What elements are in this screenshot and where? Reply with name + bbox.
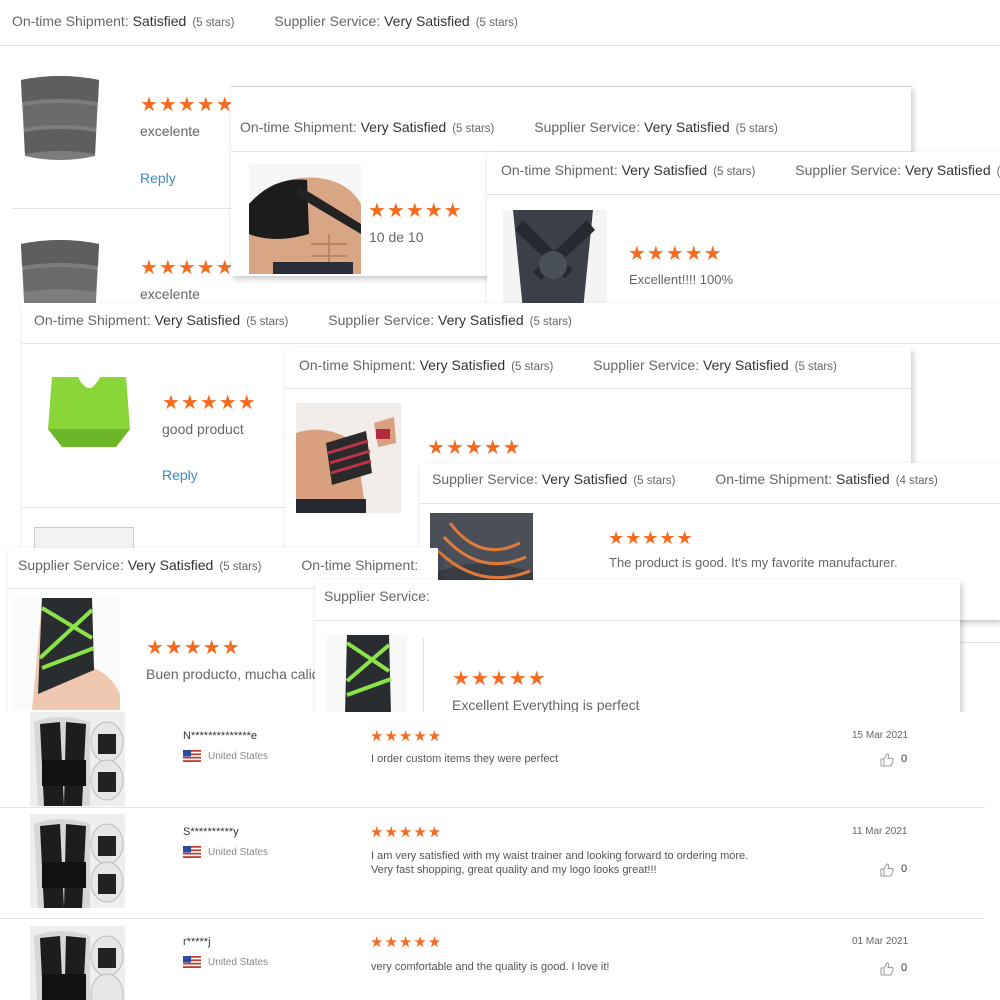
review-date: 15 Mar 2021 (852, 730, 909, 741)
review-date: 11 Mar 2021 (852, 826, 908, 837)
review-card-knee: On-time Shipment: Very Satisfied (5 stars… (487, 152, 1000, 312)
review-text: Very fast shopping, great quality and my… (371, 864, 657, 876)
us-flag-icon (183, 846, 201, 858)
divider (22, 343, 1000, 344)
review-text: I order custom items they were perfect (371, 753, 559, 765)
star-rating: ★★★★★ (370, 728, 443, 745)
like-count: 0 (901, 863, 908, 875)
review-card-ankle-2: Supplier Service: ★★★★★ Excellent Everyt… (315, 580, 960, 715)
reviewer-country: United States (208, 957, 269, 968)
reviewer-name: N**************e (183, 730, 257, 742)
divider (0, 45, 1000, 46)
star-rating: ★★★★★ (146, 637, 241, 659)
reviewer-name: r*****j (183, 936, 211, 948)
us-flag-icon (183, 956, 201, 968)
star-rating: ★★★★★ (368, 200, 463, 222)
review-text: The product is good. It's my favorite ma… (609, 555, 898, 570)
review-text: 10 de 10 (369, 229, 424, 245)
shipment-summary: On-time Shipment: Very Satisfied (5 stars… (240, 119, 778, 135)
review-text: Buen producto, mucha calid (146, 666, 320, 682)
divider (487, 194, 1000, 195)
waist-trainer-image (21, 240, 99, 306)
review-text: excelente (140, 123, 200, 139)
star-rating: ★★★★★ (370, 824, 443, 841)
us-flag-icon (183, 750, 201, 762)
shipment-summary: Supplier Service: Very Satisfied (5 stars… (432, 471, 938, 487)
wrist-wrap-image (296, 403, 401, 513)
reviewer-country: United States (208, 847, 269, 858)
shipment-summary: Supplier Service: (324, 588, 430, 604)
shipment-summary: On-time Shipment: Satisfied (5 stars) Sup… (12, 13, 518, 29)
divider (420, 503, 1000, 504)
review-text: Excellent Everything is perfect (452, 697, 640, 713)
review-text: very comfortable and the quality is good… (371, 961, 610, 973)
posture-corrector-image (30, 712, 125, 806)
ankle-brace-image (327, 635, 407, 715)
posture-corrector-image (30, 926, 125, 1000)
green-cushion-image (48, 377, 130, 447)
reply-link[interactable]: Reply (162, 467, 198, 483)
review-text: I am very satisfied with my waist traine… (371, 850, 749, 862)
shipment-summary: On-time Shipment: Very Satisfied (5 stars… (34, 312, 572, 328)
review-text: excelente (140, 286, 200, 302)
thumbs-up-icon[interactable] (880, 863, 894, 877)
star-rating: ★★★★★ (608, 528, 694, 548)
reviewer-country: United States (208, 751, 269, 762)
review-list: N**************e United States ★★★★★ I o… (0, 712, 1000, 1000)
star-rating: ★★★★★ (140, 94, 235, 116)
divider (231, 86, 911, 87)
waist-trainer-image (21, 76, 99, 160)
knee-sleeve-image (503, 210, 607, 310)
shipment-summary: Supplier Service: Very Satisfied (5 stars… (18, 557, 419, 573)
ankle-brace-image (12, 598, 120, 710)
star-rating: ★★★★★ (140, 257, 235, 279)
star-rating: ★★★★★ (452, 668, 547, 690)
star-rating: ★★★★★ (628, 243, 723, 265)
list-item: N**************e United States ★★★★★ I o… (0, 712, 985, 808)
like-count: 0 (901, 962, 908, 974)
list-item: r*****j United States ★★★★★ very comfort… (0, 919, 985, 1000)
thumbs-up-icon[interactable] (880, 753, 894, 767)
list-item: S**********y United States ★★★★★ I am ve… (0, 808, 985, 919)
review-date: 01 Mar 2021 (852, 936, 909, 947)
shoulder-brace-image (249, 164, 361, 274)
like-count: 0 (901, 753, 908, 765)
review-text: good product (162, 421, 244, 437)
divider (315, 620, 960, 621)
size-chart-thumbnail (34, 527, 134, 548)
shipment-summary: On-time Shipment: Very Satisfied (5 stars… (299, 357, 837, 373)
reply-link[interactable]: Reply (140, 170, 176, 186)
star-rating: ★★★★★ (370, 934, 443, 951)
star-rating: ★★★★★ (162, 392, 257, 414)
review-text: Excellent!!!! 100% (629, 272, 734, 287)
reviewer-name: S**********y (183, 826, 239, 838)
divider (285, 388, 911, 389)
thumbs-up-icon[interactable] (880, 962, 894, 976)
shipment-summary: On-time Shipment: Very Satisfied (5 stars… (501, 162, 1000, 178)
posture-corrector-image (30, 814, 125, 908)
star-rating: ★★★★★ (427, 437, 522, 459)
divider (423, 638, 424, 715)
